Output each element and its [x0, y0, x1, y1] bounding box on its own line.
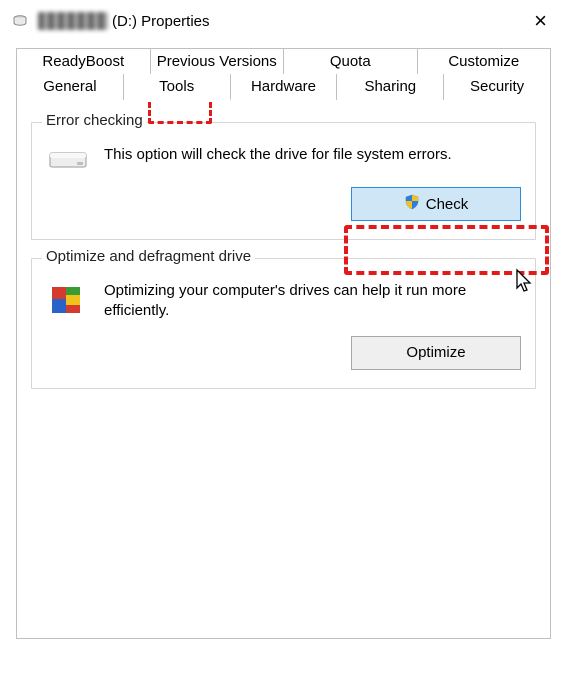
check-button[interactable]: Check — [351, 187, 521, 221]
error-checking-description: This option will check the drive for fil… — [104, 145, 521, 165]
drive-icon — [46, 145, 90, 173]
tab-sharing[interactable]: Sharing — [337, 74, 444, 100]
tab-previous-versions[interactable]: Previous Versions — [151, 49, 285, 74]
drive-label-redacted — [38, 12, 108, 30]
tab-hardware[interactable]: Hardware — [231, 74, 338, 100]
group-optimize: Optimize and defragment drive Optimizing… — [31, 258, 536, 389]
tab-quota[interactable]: Quota — [284, 49, 418, 74]
tab-security[interactable]: Security — [444, 74, 550, 100]
group-title-error-checking: Error checking — [42, 112, 147, 129]
group-error-checking: Error checking This option will check th… — [31, 122, 536, 240]
tab-control: ReadyBoost Previous Versions Quota Custo… — [0, 40, 567, 639]
uac-shield-icon — [404, 194, 420, 214]
window-title: (D:) Properties — [112, 13, 210, 30]
tab-general[interactable]: General — [17, 74, 124, 100]
check-button-label: Check — [426, 196, 469, 213]
optimize-button[interactable]: Optimize — [351, 336, 521, 370]
drive-icon — [12, 13, 28, 29]
tab-panel-tools: Error checking This option will check th… — [16, 99, 551, 639]
close-button[interactable]: × — [526, 10, 555, 32]
optimize-button-label: Optimize — [406, 344, 465, 361]
tab-customize[interactable]: Customize — [418, 49, 551, 74]
tab-row-1: ReadyBoost Previous Versions Quota Custo… — [16, 48, 551, 74]
optimize-description: Optimizing your computer's drives can he… — [104, 281, 521, 322]
tab-readyboost[interactable]: ReadyBoost — [17, 49, 151, 74]
titlebar: (D:) Properties × — [0, 0, 567, 40]
group-title-optimize: Optimize and defragment drive — [42, 248, 255, 265]
defrag-icon — [46, 281, 90, 321]
tab-tools[interactable]: Tools — [124, 74, 231, 100]
tab-row-2: General Tools Hardware Sharing Security — [16, 73, 551, 100]
